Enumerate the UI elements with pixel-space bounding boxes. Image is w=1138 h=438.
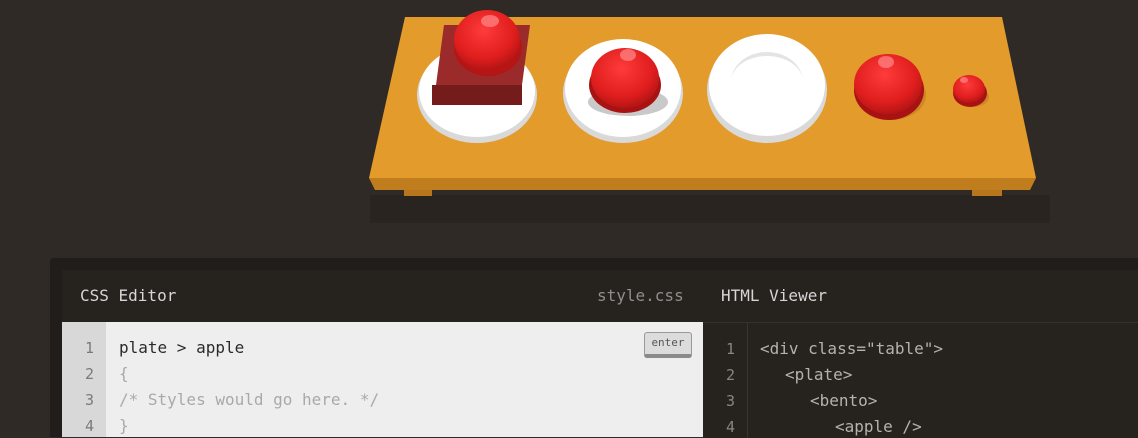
empty-plate <box>707 34 827 143</box>
html-line-table[interactable]: <div class="table"> <box>760 339 943 358</box>
editor-panel-inner: CSS Editor style.css HTML Viewer 1 2 3 4… <box>62 270 1138 438</box>
css-selector-input[interactable]: plate > apple <box>119 338 244 357</box>
editor-panel: CSS Editor style.css HTML Viewer 1 2 3 4… <box>50 258 1138 438</box>
line-number: 4 <box>84 417 94 435</box>
css-editor-gutter: 1 2 3 4 <box>62 322 106 437</box>
html-viewer-gutter: 1 2 3 4 <box>703 323 748 438</box>
css-editor: 1 2 3 4 plate > apple { /* Styles would … <box>62 322 703 437</box>
css-comment: /* Styles would go here. */ <box>119 390 380 409</box>
line-number: 2 <box>725 366 735 384</box>
css-open-brace: { <box>119 364 129 383</box>
html-viewer: 1 2 3 4 <div class="table"> <plate> <ben… <box>703 322 1138 438</box>
line-number: 4 <box>725 418 735 436</box>
html-line-plate[interactable]: <plate> <box>785 365 852 384</box>
line-number: 3 <box>84 391 94 409</box>
enter-button[interactable]: enter <box>644 332 692 358</box>
css-editor-title: CSS Editor <box>80 286 177 305</box>
line-number: 3 <box>725 392 735 410</box>
html-line-bento[interactable]: <bento> <box>810 391 877 410</box>
line-number: 1 <box>725 340 735 358</box>
css-close-brace: } <box>119 416 129 435</box>
plate-with-apple <box>563 39 683 143</box>
line-number: 1 <box>84 339 94 357</box>
table-scene <box>369 10 1050 223</box>
html-line-apple[interactable]: <apple /> <box>835 417 922 436</box>
table-shadow <box>370 195 1050 223</box>
css-editor-filename: style.css <box>597 286 684 305</box>
table-edge <box>369 178 1036 190</box>
html-viewer-title: HTML Viewer <box>721 286 827 305</box>
line-number: 2 <box>84 365 94 383</box>
